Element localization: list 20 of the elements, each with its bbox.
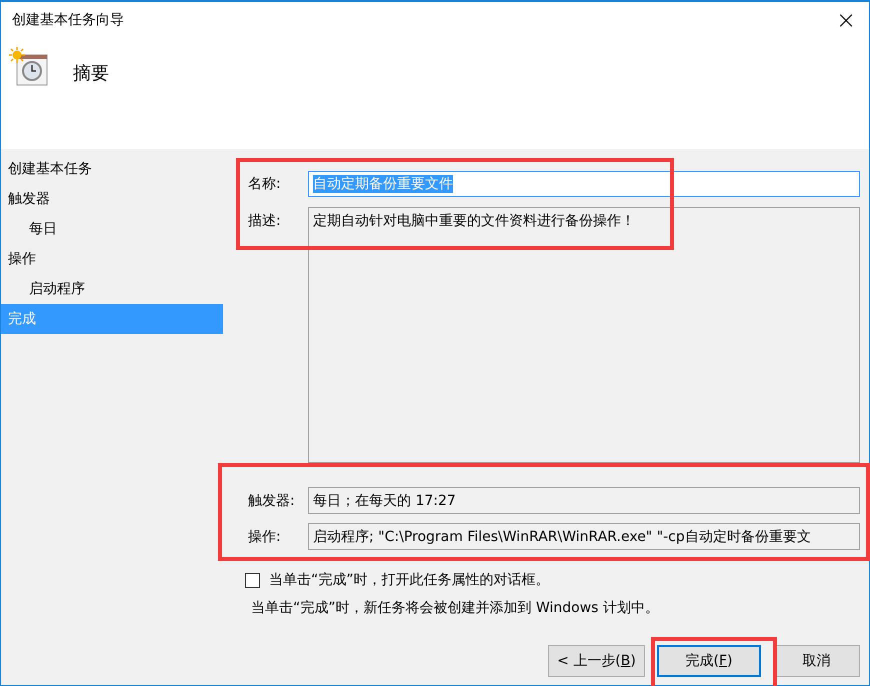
sidebar-item[interactable]: 每日 <box>1 214 223 244</box>
checkbox-label: 当单击“完成”时，打开此任务属性的对话框。 <box>269 571 550 589</box>
description-label: 描述: <box>247 212 282 230</box>
action-field[interactable]: 启动程序; "C:\Program Files\WinRAR\WinRAR.exe" "-cp自动定时备份重要文 <box>308 523 860 550</box>
name-label: 名称: <box>247 175 282 193</box>
dialog-button[interactable]: < 上一步(B) <box>548 645 645 677</box>
page-title: 摘要 <box>73 62 109 85</box>
action-label: 操作: <box>247 528 282 546</box>
sidebar-item[interactable]: 操作 <box>1 244 223 274</box>
checkbox[interactable] <box>245 572 260 588</box>
sidebar-item[interactable]: 触发器 <box>1 184 223 214</box>
trigger-field[interactable]: 每日；在每天的 17:27 <box>308 487 860 514</box>
sidebar-item[interactable]: 启动程序 <box>1 274 223 304</box>
calendar-clock-icon <box>9 47 49 87</box>
info-text: 当单击“完成”时，新任务将会被创建并添加到 Windows 计划中。 <box>251 599 660 617</box>
dialog-button[interactable]: 完成(F) <box>657 645 761 677</box>
description-field[interactable]: 定期自动针对电脑中重要的文件资料进行备份操作！ <box>308 207 860 463</box>
trigger-label: 触发器: <box>247 492 296 510</box>
window-title: 创建基本任务向导 <box>12 11 124 29</box>
sidebar-item[interactable]: 创建基本任务 <box>1 154 223 184</box>
